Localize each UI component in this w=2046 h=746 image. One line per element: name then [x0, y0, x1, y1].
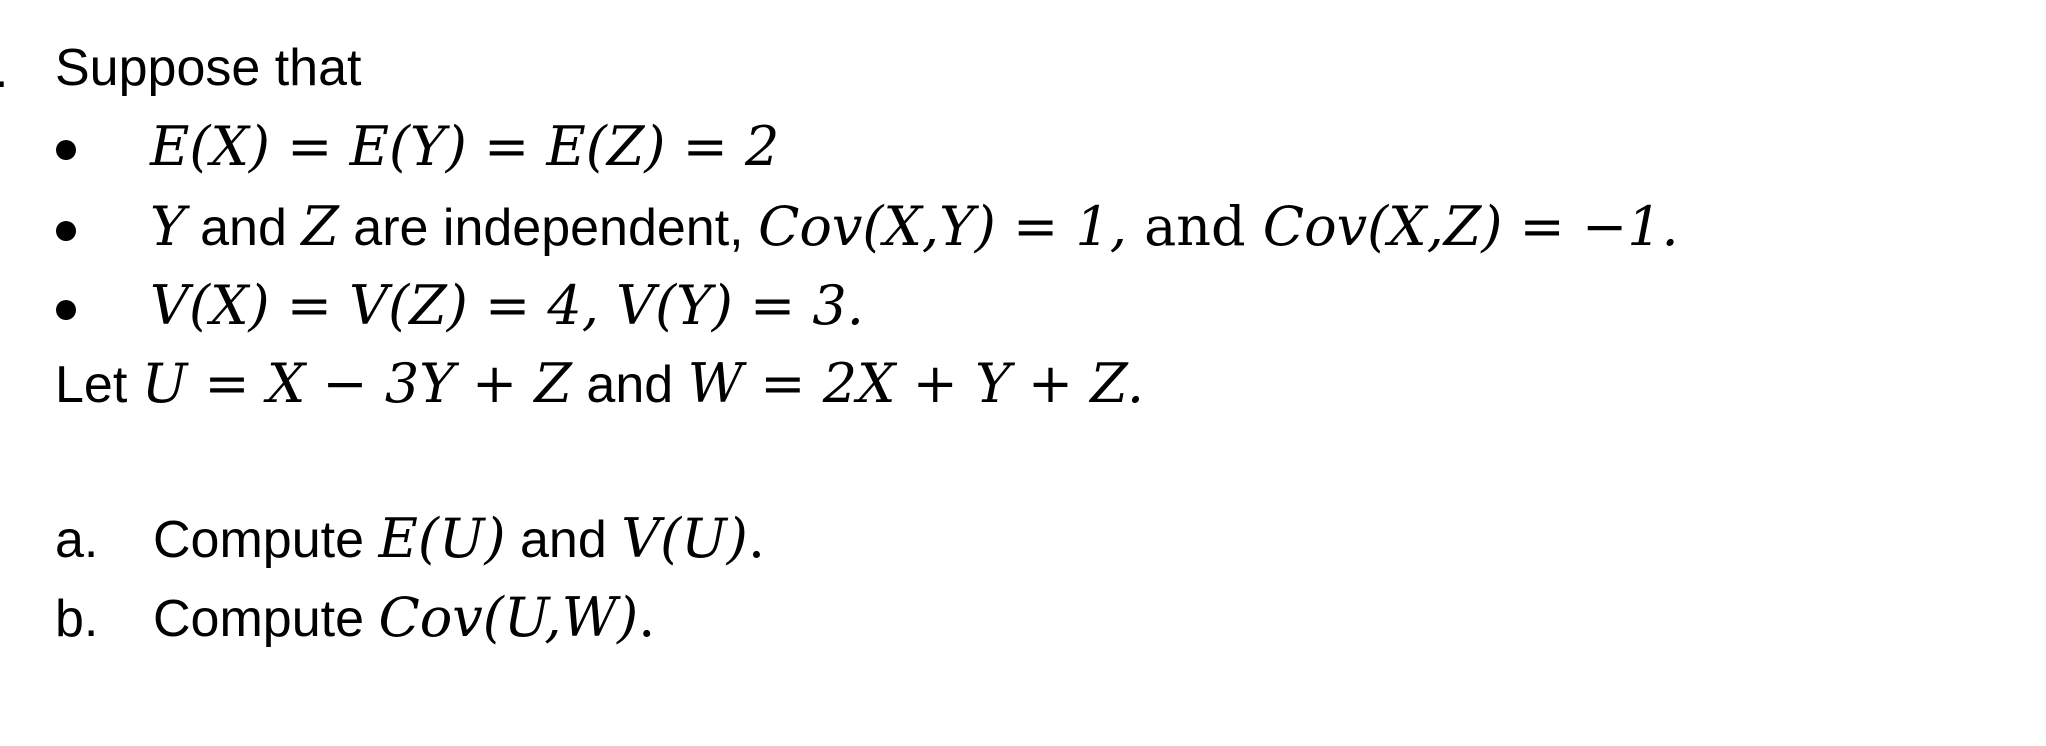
period: .	[747, 507, 766, 570]
covariance-uw: Cov(U,W)	[378, 586, 639, 649]
problem-intro: Suppose that	[55, 39, 362, 97]
covariance-condition: Y and Z are independent, Cov(X,Y) = 1, a…	[150, 200, 1679, 255]
bullet-icon	[56, 140, 76, 160]
part-a: a. Compute E(U) and V(U).	[55, 512, 765, 567]
u-definition: U = X − 3Y + Z	[141, 352, 572, 415]
definition-line: Let U = X − 3Y + Z and W = 2X + Y + Z.	[55, 357, 1144, 412]
var-z: Z	[301, 195, 339, 258]
and-text: and	[505, 511, 622, 569]
variance-u: V(U)	[621, 507, 748, 570]
and-math-text: and	[1126, 195, 1263, 258]
and-text: and	[185, 199, 302, 257]
let-text: Let	[55, 356, 142, 414]
independent-text: are independent,	[338, 199, 759, 257]
variance-condition: V(X) = V(Z) = 4, V(Y) = 3.	[150, 274, 864, 337]
bullet-icon	[56, 300, 76, 320]
period: .	[638, 586, 656, 649]
var-y: Y	[150, 195, 186, 258]
compute-text: Compute	[153, 590, 379, 648]
cov-xy: Cov(X,Y) = 1,	[758, 195, 1127, 258]
expectation-u: E(U)	[378, 507, 506, 570]
expectation-condition: E(X) = E(Y) = E(Z) = 2	[150, 115, 780, 178]
part-b: b. Compute Cov(U,W).	[55, 591, 655, 646]
cov-xz: Cov(X,Z) = −1.	[1262, 195, 1679, 258]
compute-text: Compute	[153, 511, 379, 569]
part-a-label: a.	[55, 511, 99, 569]
part-b-label: b.	[55, 590, 99, 648]
w-definition: W = 2X + Y + Z.	[687, 352, 1145, 415]
bullet-icon	[56, 221, 76, 241]
problem-number-dot: .	[0, 40, 8, 100]
and-text: and	[571, 356, 688, 414]
